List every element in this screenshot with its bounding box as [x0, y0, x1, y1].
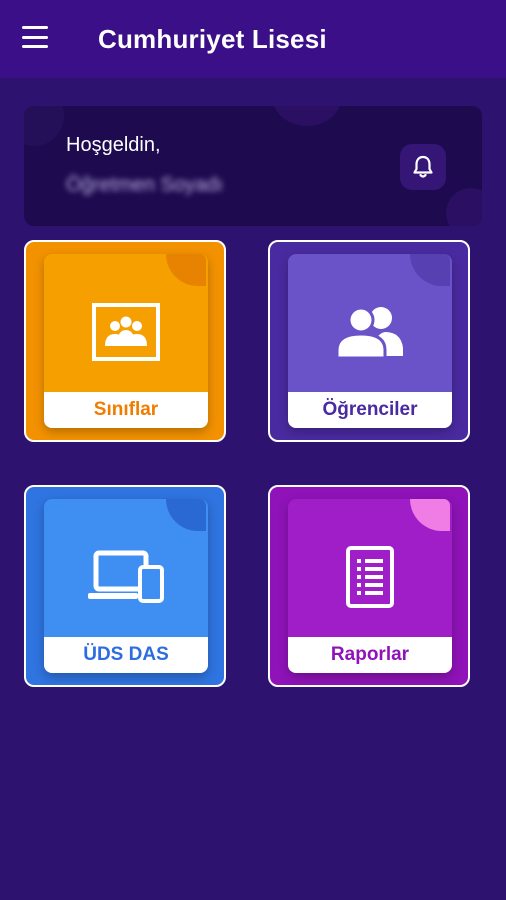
decor-blob [24, 106, 64, 146]
users-group-icon [335, 306, 403, 360]
classroom-board-icon [92, 303, 160, 361]
decor-blob [446, 188, 482, 226]
teacher-name: Öğretmen Soyadı [66, 174, 223, 196]
tile-reports[interactable]: Raporlar [268, 485, 470, 687]
tile-students[interactable]: Öğrenciler [268, 240, 470, 442]
decor-blob [272, 106, 342, 126]
hamburger-menu-icon[interactable] [22, 26, 50, 48]
page-title: Cumhuriyet Lisesi [98, 24, 327, 54]
report-document-icon [346, 546, 394, 608]
welcome-greeting: Hoşgeldin, [66, 134, 161, 156]
tile-label: Sınıflar [44, 392, 208, 428]
tile-classes[interactable]: Sınıflar [24, 240, 226, 442]
tile-label: Öğrenciler [288, 392, 452, 428]
tile-uds-das[interactable]: ÜDS DAS [24, 485, 226, 687]
tile-label: ÜDS DAS [44, 637, 208, 673]
welcome-card: Hoşgeldin, Öğretmen Soyadı [24, 106, 482, 226]
tile-label: Raporlar [288, 637, 452, 673]
notification-button[interactable] [400, 144, 446, 190]
devices-icon [88, 550, 164, 603]
bell-icon [413, 155, 433, 178]
app-bar: Cumhuriyet Lisesi [0, 0, 506, 78]
